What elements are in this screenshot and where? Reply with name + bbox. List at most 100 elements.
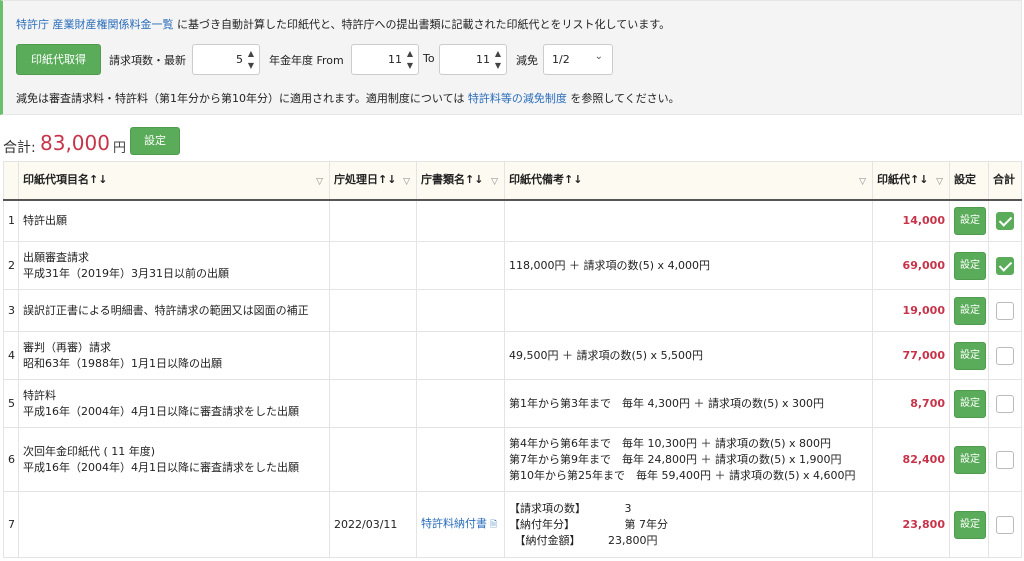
filter-icon[interactable]: ▽ xyxy=(403,174,410,190)
row-index: 6 xyxy=(3,427,19,492)
table-row: 2 出願審査請求 平成31年（2019年）3月31日以前の出願 118,000円 ＋ … xyxy=(3,241,1022,290)
cell-line: 平成16年（2004年）4月1日以降に審査請求をした出願 xyxy=(23,460,299,474)
table-row: 6 次回年金印紙代 ( 11 年度) 平成16年（2004年）4月1日以降に審査請求… xyxy=(3,427,1022,492)
header-date[interactable]: 庁処理日↑↓ ▽ xyxy=(329,161,417,201)
setting-cell: 設定 xyxy=(949,199,989,242)
remarks-cell: 【請求項の数】 3 【納付年分】 第 7年分 【納付金額】 23,800円 xyxy=(504,491,873,558)
cell-line: 審判（再審）請求 xyxy=(23,340,111,354)
total-set-button[interactable]: 設定 xyxy=(130,127,180,155)
header-stamp[interactable]: 印紙代↑↓ ▽ xyxy=(872,161,950,201)
cell-line: 【納付金額】 23,800円 xyxy=(509,533,658,547)
table-body: 1 特許出願 14,000 設定 2 出願審査請求 平成31年（2019年）3月31日以前の… xyxy=(3,199,1022,558)
setting-cell: 設定 xyxy=(949,331,989,380)
filter-icon[interactable]: ▽ xyxy=(859,174,866,190)
reduction-label: 減免 xyxy=(516,54,538,67)
cell-line: 第4年から第6年まで 毎年 10,300円 ＋ 請求項の数(5) x 800円 xyxy=(509,436,832,450)
cell-line: 第7年から第9年まで 毎年 24,800円 ＋ 請求項の数(5) x 1,900… xyxy=(509,452,842,466)
intro-text: 特許庁 産業財産権関係料金一覧 に基づき自動計算した印紙代と、特許庁への提出書類… xyxy=(16,16,670,32)
date-cell xyxy=(329,289,417,332)
reduction-note: 減免は審査請求料・特許料（第1年分から第10年分）に適用されます。適用制度につい… xyxy=(16,90,680,106)
doc-cell xyxy=(416,427,505,492)
year-from-input[interactable]: 11 ▲ ▼ xyxy=(351,44,419,75)
stamp-fee-cell: 77,000 xyxy=(872,331,950,380)
stamp-fee-cell: 14,000 xyxy=(872,199,950,242)
year-from-value: 11 xyxy=(388,53,402,66)
setting-cell: 設定 xyxy=(949,491,989,558)
setting-cell: 設定 xyxy=(949,379,989,428)
cell-line: 118,000円 ＋ 請求項の数(5) x 4,000円 xyxy=(509,258,711,272)
sum-checkbox[interactable] xyxy=(996,394,1014,413)
reduction-value: 1/2 xyxy=(552,53,570,66)
setting-cell: 設定 xyxy=(949,427,989,492)
date-cell xyxy=(329,427,417,492)
cell-line: 第10年から第25年まで 毎年 59,400円 ＋ 請求項の数(5) x 4,6… xyxy=(509,468,856,482)
row-set-button[interactable]: 設定 xyxy=(954,510,986,539)
doc-link[interactable]: 特許料納付書 xyxy=(421,517,487,530)
year-to-value: 11 xyxy=(476,53,490,66)
cell-line: 昭和63年（1988年）1月1日以降の出願 xyxy=(23,356,222,370)
filter-icon[interactable]: ▽ xyxy=(936,174,943,190)
claims-spinner-icon[interactable]: ▲ ▼ xyxy=(246,48,256,72)
sum-cell xyxy=(988,427,1022,492)
reduction-select[interactable]: 1/2 ⌄ xyxy=(543,44,613,75)
year-to-input[interactable]: 11 ▲ ▼ xyxy=(439,44,507,75)
sum-cell xyxy=(988,331,1022,380)
sum-cell xyxy=(988,199,1022,242)
claims-input[interactable]: 5 ▲ ▼ xyxy=(192,44,260,75)
total-label: 合計: xyxy=(3,140,36,156)
setting-cell: 設定 xyxy=(949,289,989,332)
row-index: 2 xyxy=(3,241,19,290)
filter-icon[interactable]: ▽ xyxy=(491,174,498,190)
table-header: 印紙代項目名↑↓ ▽ 庁処理日↑↓ ▽ 庁書類名↑↓ ▽ 印紙代備考↑↓ ▽ 印紙代↑↓… xyxy=(3,161,1022,201)
row-index: 5 xyxy=(3,379,19,428)
year-to-spinner-icon[interactable]: ▲ ▼ xyxy=(493,48,503,72)
row-set-button[interactable]: 設定 xyxy=(954,296,986,325)
sum-cell xyxy=(988,379,1022,428)
header-sum: 合計 xyxy=(988,161,1022,201)
date-cell xyxy=(329,199,417,242)
header-item[interactable]: 印紙代項目名↑↓ ▽ xyxy=(18,161,330,201)
note-suffix: を参照してください。 xyxy=(570,92,680,105)
sum-checkbox[interactable] xyxy=(996,515,1014,534)
doc-cell xyxy=(416,241,505,290)
remarks-cell: 第4年から第6年まで 毎年 10,300円 ＋ 請求項の数(5) x 800円第… xyxy=(504,427,873,492)
cell-line: 第1年から第3年まで 毎年 4,300円 ＋ 請求項の数(5) x 300円 xyxy=(509,396,825,410)
cell-line: 【納付年分】 第 7年分 xyxy=(509,517,668,531)
sum-checkbox[interactable] xyxy=(996,346,1014,365)
row-set-button[interactable]: 設定 xyxy=(954,251,986,280)
cell-line: 平成16年（2004年）4月1日以降に審査請求をした出願 xyxy=(23,404,299,418)
row-set-button[interactable]: 設定 xyxy=(954,206,986,235)
table-row: 5 特許料平成16年（2004年）4月1日以降に審査請求をした出願 第1年から第3年… xyxy=(3,379,1022,428)
cell-line: 特許出願 xyxy=(23,213,67,227)
fee-list-link[interactable]: 特許庁 産業財産権関係料金一覧 xyxy=(16,18,174,31)
document-icon[interactable]: 🗎 xyxy=(487,520,497,530)
total-unit: 円 xyxy=(113,141,127,156)
row-index: 7 xyxy=(3,491,19,558)
cell-line: 特許料 xyxy=(23,388,56,402)
doc-cell: 特許料納付書 🗎 xyxy=(416,491,505,558)
table-row: 1 特許出願 14,000 設定 xyxy=(3,199,1022,242)
doc-cell xyxy=(416,379,505,428)
sum-checkbox[interactable] xyxy=(996,256,1014,275)
row-set-button[interactable]: 設定 xyxy=(954,341,986,370)
year-from-spinner-icon[interactable]: ▲ ▼ xyxy=(405,48,415,72)
cell-line: 出願審査請求 xyxy=(23,250,89,264)
row-set-button[interactable]: 設定 xyxy=(954,445,986,474)
cell-line: 誤訳訂正書による明細書、特許請求の範囲又は図面の補正 xyxy=(23,303,309,317)
sum-cell xyxy=(988,289,1022,332)
date-cell xyxy=(329,241,417,290)
cell-line: 次回年金印紙代 ( 11 年度) xyxy=(23,444,156,458)
header-doc[interactable]: 庁書類名↑↓ ▽ xyxy=(416,161,505,201)
row-set-button[interactable]: 設定 xyxy=(954,389,986,418)
remarks-cell: 118,000円 ＋ 請求項の数(5) x 4,000円 xyxy=(504,241,873,290)
fetch-stamp-fee-button[interactable]: 印紙代取得 xyxy=(16,44,101,75)
intro-description: に基づき自動計算した印紙代と、特許庁への提出書類に記載された印紙代とをリスト化し… xyxy=(177,18,671,31)
sum-checkbox[interactable] xyxy=(996,211,1014,230)
doc-cell xyxy=(416,331,505,380)
header-remarks[interactable]: 印紙代備考↑↓ ▽ xyxy=(504,161,873,201)
sum-checkbox[interactable] xyxy=(996,450,1014,469)
sum-checkbox[interactable] xyxy=(996,301,1014,320)
filter-icon[interactable]: ▽ xyxy=(316,174,323,190)
year-from-label: 年金年度 From xyxy=(269,54,344,67)
reduction-system-link[interactable]: 特許料等の減免制度 xyxy=(468,92,567,105)
